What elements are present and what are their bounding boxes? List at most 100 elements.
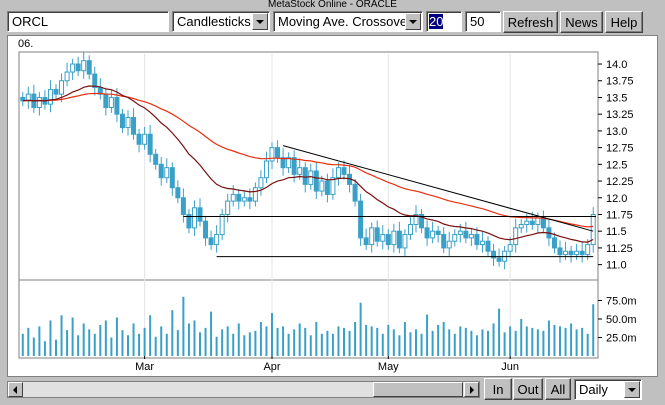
candle-body [59, 80, 65, 95]
candle-body [108, 96, 114, 108]
candle-body [474, 234, 480, 246]
period-long-input[interactable]: 50 [465, 11, 501, 32]
help-button[interactable]: Help [605, 11, 643, 33]
all-button[interactable]: All [545, 378, 571, 400]
candle-body [568, 250, 574, 256]
candle-body [435, 230, 441, 236]
candle-body [191, 207, 197, 229]
horizontal-scrollbar[interactable] [7, 381, 480, 398]
candle-body [214, 234, 220, 246]
candle-body [463, 230, 469, 239]
chart-type-value: Candlesticks [177, 14, 251, 29]
candle-body [175, 187, 181, 199]
candle-body [236, 193, 242, 202]
candle-body [452, 234, 458, 242]
candle-body [479, 240, 485, 246]
candle-body [407, 224, 413, 236]
candle-body [81, 60, 87, 72]
toolbar: ORCL Candlesticks Moving Ave. Crossover … [0, 10, 665, 34]
month-label: Mar [135, 361, 154, 373]
candle-body [380, 234, 386, 242]
candle-body [358, 200, 364, 239]
news-button[interactable]: News [560, 11, 603, 33]
price-tick-label: 11.75 [606, 209, 633, 221]
candle-body [540, 217, 546, 229]
candle-body [363, 237, 369, 246]
candle-body [391, 230, 397, 246]
interval-select[interactable]: Daily [574, 379, 642, 400]
candle-body [557, 247, 563, 256]
candle-body [535, 217, 541, 226]
candle-body [308, 170, 314, 185]
candle-body [131, 117, 137, 135]
price-tick-label: 13.0 [606, 126, 627, 138]
candle-body [513, 227, 519, 246]
candle-body [551, 237, 557, 249]
price-tick-label: 13.25 [606, 109, 634, 121]
month-label: Jun [501, 361, 519, 373]
app-title: MetaStock Online - ORACLE [268, 0, 397, 10]
candle-body [302, 167, 308, 185]
candle-body [430, 230, 436, 239]
indicator-select[interactable]: Moving Ave. Crossover [273, 11, 423, 32]
indicator-value: Moving Ave. Crossover [278, 14, 412, 29]
candle-body [147, 133, 153, 155]
candle-body [585, 244, 591, 256]
candle-body [335, 167, 341, 179]
price-tick-label: 12.25 [606, 176, 634, 188]
candle-body [47, 88, 53, 105]
price-tick-label: 12.5 [606, 159, 627, 171]
candle-body [252, 187, 258, 202]
candle-body [153, 153, 159, 165]
candle-body [319, 180, 325, 192]
candle-body [119, 113, 125, 129]
candle-body [529, 220, 535, 226]
price-axis: 14.0 13.75 13.5 13.25 13.0 12.75 12.5 12.25 12.0… [598, 59, 634, 272]
candle-body [197, 207, 203, 222]
candle-body [563, 250, 569, 256]
candle-body [385, 234, 391, 246]
scroll-right-icon[interactable] [464, 382, 479, 397]
candle-body [225, 200, 231, 215]
candle-body [136, 133, 142, 145]
candle-body [369, 227, 375, 246]
candle-body [269, 147, 275, 162]
candle-body [352, 183, 358, 202]
scroll-left-icon[interactable] [8, 382, 23, 397]
candle-body [402, 234, 408, 249]
period-short-input[interactable]: 20 [426, 11, 462, 32]
candle-body [341, 167, 347, 175]
chevron-down-icon[interactable] [405, 13, 421, 30]
candle-body [142, 133, 148, 145]
volume-tick-label: 25.0m [606, 333, 637, 345]
candle-body [313, 170, 319, 192]
zoom-in-button[interactable]: In [484, 378, 512, 400]
chart-area[interactable]: 06. 14.0 13.75 13.5 13.25 13.0 12.75 12.5 12.25… [7, 35, 658, 377]
candle-body [258, 177, 264, 189]
candle-body [158, 163, 164, 179]
chevron-down-icon[interactable] [252, 13, 268, 30]
refresh-button[interactable]: Refresh [503, 11, 558, 33]
candle-body [230, 193, 236, 202]
candle-body [468, 234, 474, 239]
symbol-input[interactable]: ORCL [7, 11, 169, 32]
price-tick-label: 13.75 [606, 76, 634, 88]
price-tick-label: 13.5 [606, 92, 627, 104]
price-tick-label: 11.25 [606, 243, 633, 255]
scroll-thumb[interactable] [373, 382, 463, 397]
candle-body [219, 213, 225, 236]
candle-body [524, 220, 530, 226]
volume-axis: 75.0m 50.0m 25.0m [598, 296, 637, 345]
zoom-out-button[interactable]: Out [513, 378, 543, 400]
candle-body [374, 227, 380, 242]
price-tick-label: 12.0 [606, 193, 627, 205]
candle-body [324, 180, 330, 195]
chevron-down-icon[interactable] [624, 381, 640, 398]
month-axis: Mar Apr May Jun [135, 356, 519, 373]
candle-body [169, 167, 175, 189]
candle-body [457, 230, 463, 236]
candle-body [247, 197, 253, 202]
price-chart[interactable]: 06. 14.0 13.75 13.5 13.25 13.0 12.75 12.5 12.25… [8, 36, 657, 376]
candle-body [180, 197, 186, 215]
chart-type-select[interactable]: Candlesticks [172, 11, 270, 32]
